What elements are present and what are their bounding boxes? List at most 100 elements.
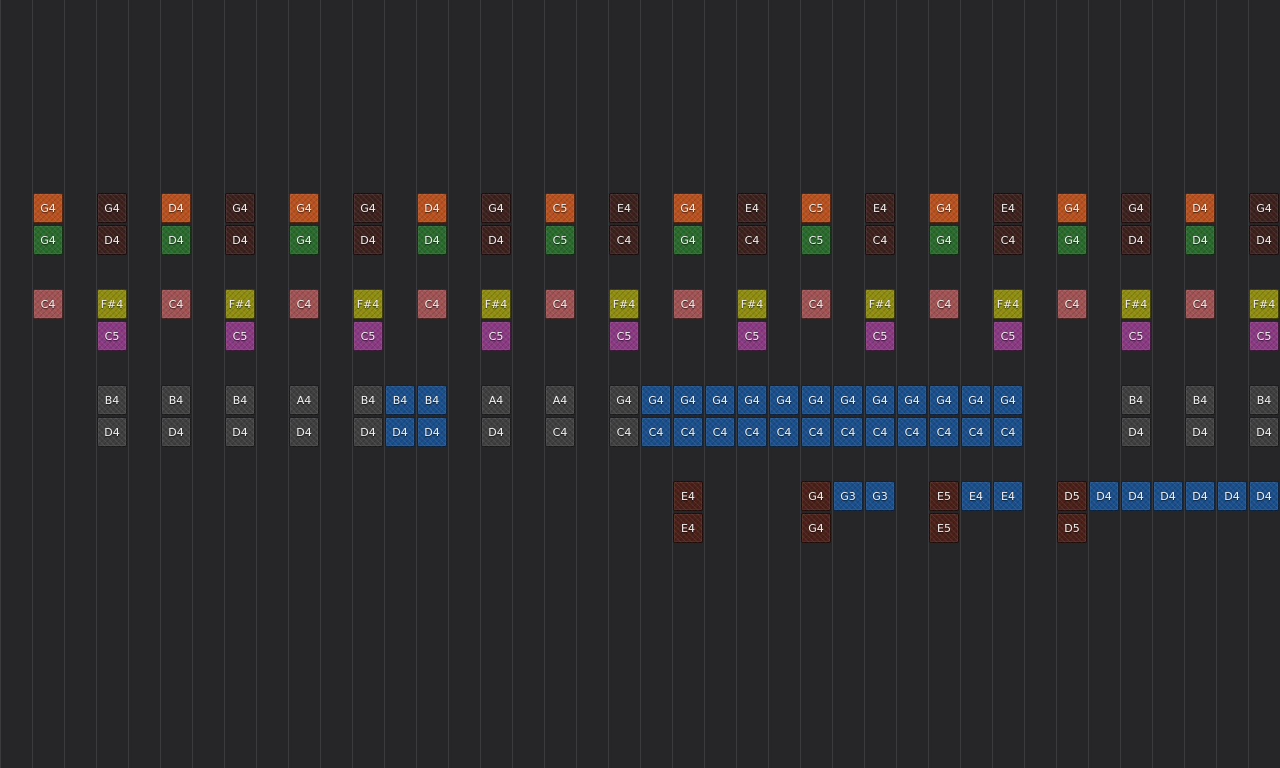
note-block[interactable]: F#4 (993, 289, 1023, 319)
note-block[interactable]: C4 (769, 417, 799, 447)
note-block[interactable]: C5 (545, 193, 575, 223)
note-block[interactable]: D5 (1057, 481, 1087, 511)
note-block[interactable]: C4 (897, 417, 927, 447)
note-block[interactable]: D4 (1185, 481, 1215, 511)
note-block[interactable]: D4 (97, 225, 127, 255)
note-block[interactable]: D4 (161, 193, 191, 223)
note-block[interactable]: C4 (929, 417, 959, 447)
note-block[interactable]: D4 (481, 225, 511, 255)
note-block[interactable]: B4 (97, 385, 127, 415)
note-block[interactable]: G4 (97, 193, 127, 223)
note-block[interactable]: G4 (225, 193, 255, 223)
note-block[interactable]: C4 (33, 289, 63, 319)
note-block[interactable]: D4 (1249, 225, 1279, 255)
note-block[interactable]: E4 (609, 193, 639, 223)
note-block[interactable]: F#4 (865, 289, 895, 319)
note-block[interactable]: B4 (385, 385, 415, 415)
note-block[interactable]: F#4 (1249, 289, 1279, 319)
note-block[interactable]: D4 (353, 417, 383, 447)
note-block[interactable]: C4 (737, 225, 767, 255)
note-block[interactable]: G4 (801, 513, 831, 543)
note-block[interactable]: F#4 (609, 289, 639, 319)
note-block[interactable]: C4 (833, 417, 863, 447)
note-block[interactable]: E4 (993, 481, 1023, 511)
note-block[interactable]: G4 (993, 385, 1023, 415)
note-block[interactable]: C4 (641, 417, 671, 447)
note-block[interactable]: C5 (865, 321, 895, 351)
note-block[interactable]: E4 (737, 193, 767, 223)
note-block[interactable]: D4 (481, 417, 511, 447)
note-block[interactable]: C4 (993, 417, 1023, 447)
note-block[interactable]: D4 (1217, 481, 1247, 511)
note-block[interactable]: B4 (417, 385, 447, 415)
note-block[interactable]: C4 (929, 289, 959, 319)
note-block[interactable]: A4 (481, 385, 511, 415)
note-block[interactable]: G4 (1249, 193, 1279, 223)
note-block[interactable]: G4 (673, 193, 703, 223)
note-block[interactable]: C4 (545, 417, 575, 447)
note-block[interactable]: C4 (673, 289, 703, 319)
note-block[interactable]: G3 (865, 481, 895, 511)
note-block[interactable]: D4 (1121, 417, 1151, 447)
note-block[interactable]: G4 (1057, 225, 1087, 255)
note-block[interactable]: C4 (417, 289, 447, 319)
note-block[interactable]: F#4 (1121, 289, 1151, 319)
note-block[interactable]: D4 (97, 417, 127, 447)
note-block[interactable]: G4 (673, 225, 703, 255)
note-block[interactable]: B4 (161, 385, 191, 415)
note-block[interactable]: C4 (1057, 289, 1087, 319)
note-block[interactable]: C4 (865, 417, 895, 447)
sequencer-grid[interactable]: G4 G4 D4 G4 G4 G4 D4 G4 C5 E4 G4 E4 C5 E4 G4 E4 G4 G4 D4 G4… (0, 0, 1280, 768)
note-block[interactable]: B4 (1249, 385, 1279, 415)
note-block[interactable]: B4 (1185, 385, 1215, 415)
note-block[interactable]: G4 (33, 225, 63, 255)
note-block[interactable]: D4 (1089, 481, 1119, 511)
note-block[interactable]: C4 (801, 289, 831, 319)
note-block[interactable]: F#4 (353, 289, 383, 319)
note-block[interactable]: G4 (609, 385, 639, 415)
note-block[interactable]: B4 (1121, 385, 1151, 415)
note-block[interactable]: G4 (289, 193, 319, 223)
note-block[interactable]: D4 (225, 417, 255, 447)
note-block[interactable]: E4 (865, 193, 895, 223)
note-block[interactable]: D4 (161, 417, 191, 447)
note-block[interactable]: D4 (1249, 481, 1279, 511)
note-block[interactable]: G4 (929, 225, 959, 255)
note-block[interactable]: G4 (897, 385, 927, 415)
note-block[interactable]: G4 (929, 385, 959, 415)
note-block[interactable]: G3 (833, 481, 863, 511)
note-block[interactable]: G4 (1057, 193, 1087, 223)
note-block[interactable]: G4 (769, 385, 799, 415)
note-block[interactable]: C5 (801, 225, 831, 255)
note-block[interactable]: D4 (1185, 225, 1215, 255)
note-block[interactable]: C4 (865, 225, 895, 255)
note-block[interactable]: C5 (225, 321, 255, 351)
note-block[interactable]: F#4 (481, 289, 511, 319)
note-block[interactable]: B4 (353, 385, 383, 415)
note-block[interactable]: C4 (1185, 289, 1215, 319)
note-block[interactable]: A4 (289, 385, 319, 415)
note-block[interactable]: D4 (385, 417, 415, 447)
note-block[interactable]: G4 (801, 481, 831, 511)
note-block[interactable]: C4 (705, 417, 735, 447)
note-block[interactable]: C4 (609, 225, 639, 255)
note-block[interactable]: C5 (1121, 321, 1151, 351)
note-block[interactable]: E4 (673, 481, 703, 511)
note-block[interactable]: A4 (545, 385, 575, 415)
note-block[interactable]: C4 (161, 289, 191, 319)
note-block[interactable]: C5 (737, 321, 767, 351)
note-block[interactable]: C5 (801, 193, 831, 223)
note-block[interactable]: F#4 (225, 289, 255, 319)
note-block[interactable]: F#4 (97, 289, 127, 319)
note-block[interactable]: E4 (993, 193, 1023, 223)
note-block[interactable]: D4 (1153, 481, 1183, 511)
note-block[interactable]: D4 (1185, 193, 1215, 223)
note-block[interactable]: G4 (833, 385, 863, 415)
note-block[interactable]: C4 (737, 417, 767, 447)
note-block[interactable]: D5 (1057, 513, 1087, 543)
note-block[interactable]: D4 (1121, 225, 1151, 255)
note-block[interactable]: C5 (1249, 321, 1279, 351)
note-block[interactable]: G4 (641, 385, 671, 415)
note-block[interactable]: C5 (481, 321, 511, 351)
note-block[interactable]: E5 (929, 513, 959, 543)
